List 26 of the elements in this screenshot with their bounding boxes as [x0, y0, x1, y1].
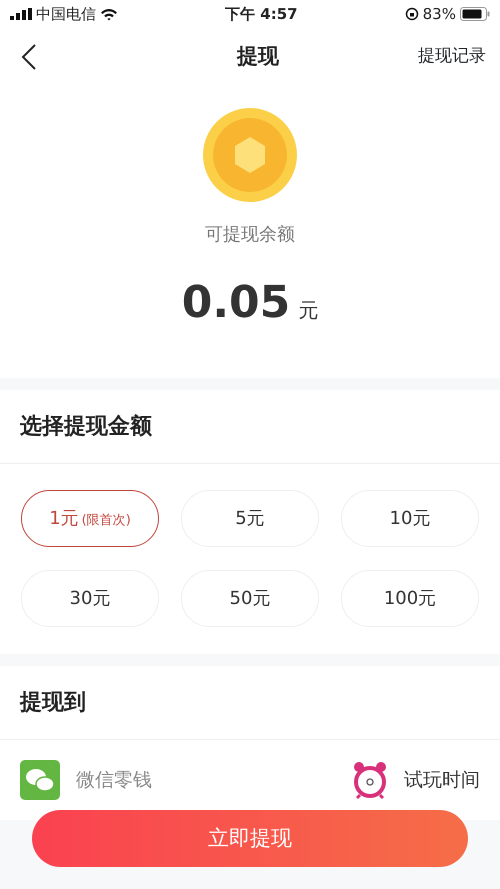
amount-option[interactable]: 30元: [21, 570, 159, 627]
history-link[interactable]: 提现记录: [418, 44, 486, 70]
battery-percentage: 83%: [422, 4, 456, 25]
rotation-lock-icon: [404, 7, 419, 21]
section-title: 提现到: [20, 689, 86, 717]
payout-method: 微信零钱: [76, 768, 152, 793]
section-title: 选择提现金额: [20, 413, 152, 441]
balance-amount: 0.05: [182, 276, 290, 330]
balance-label: 可提现余额: [205, 223, 295, 247]
signal-icon: [10, 8, 32, 20]
amount-option[interactable]: 10元: [341, 490, 479, 547]
status-time: 下午 4:57: [225, 4, 298, 25]
currency-unit: 元: [298, 297, 318, 324]
coin-icon: [202, 107, 298, 203]
trial-time-label[interactable]: 试玩时间: [404, 766, 480, 794]
back-icon[interactable]: [20, 42, 38, 70]
amount-option[interactable]: 50元: [181, 570, 319, 627]
wifi-icon: [100, 8, 118, 20]
amount-option[interactable]: 100元: [341, 570, 479, 627]
alarm-clock-icon: [352, 761, 388, 799]
chat-app-icon: [20, 760, 60, 800]
carrier-name: 中国电信: [36, 4, 96, 25]
amount-option[interactable]: 5元: [181, 490, 319, 547]
page-title: 提现: [237, 42, 279, 70]
amount-option[interactable]: 1元 (限首次): [21, 490, 159, 547]
battery-icon: [460, 7, 490, 21]
